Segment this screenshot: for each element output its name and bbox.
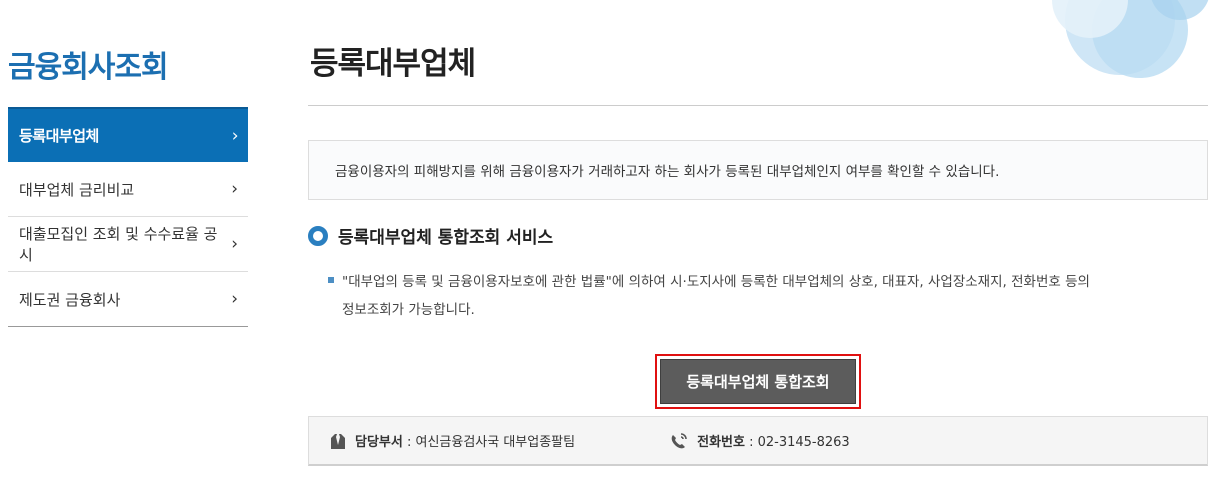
ring-bullet-icon [308,225,328,246]
department-label: 담당부서 [355,435,403,450]
chevron-right-icon: › [231,179,238,199]
square-bullet-icon [328,277,334,283]
necktie-person-icon [331,433,345,449]
department-value: : 여신금융검사국 대부업종팔팀 [402,435,576,450]
section-description: "대부업의 등록 및 금융이용자보호에 관한 법률"에 의하여 시·도지사에 등… [328,268,1188,324]
sidebar-item-label: 대부업체 금리비교 [19,180,135,199]
notice-text: 금융이용자의 피해방지를 위해 금융이용자가 거래하고자 하는 회사가 등록된 … [335,164,1000,180]
sidebar-item-label: 제도권 금융회사 [19,290,121,309]
sidebar-item-registered-lenders[interactable]: 등록대부업체 › [8,107,248,162]
phone-label: 전화번호 [697,435,745,450]
sidebar-item-rate-compare[interactable]: 대부업체 금리비교 › [8,162,248,217]
phone-icon [671,432,687,448]
notice-box: 금융이용자의 피해방지를 위해 금융이용자가 거래하고자 하는 회사가 등록된 … [308,140,1208,200]
highlight-frame: 등록대부업체 통합조회 [655,354,861,409]
section-header: 등록대부업체 통합조회 서비스 [308,223,553,248]
chevron-right-icon: › [231,289,238,309]
description-line-1: "대부업의 등록 및 금융이용자보호에 관한 법률"에 의하여 시·도지사에 등… [342,274,1090,290]
integrated-search-button[interactable]: 등록대부업체 통합조회 [660,359,856,404]
description-line-2: 정보조회가 가능합니다. [342,302,475,318]
decorative-bubbles [1052,0,1209,78]
contact-bar: 담당부서 : 여신금융검사국 대부업종팔팀 전화번호 : 02-3145-826… [308,416,1208,466]
sidebar-item-label: 등록대부업체 [19,127,99,145]
chevron-right-icon: › [231,125,239,146]
sidebar-item-institutional-finance[interactable]: 제도권 금융회사 › [8,272,248,327]
sidebar-item-loan-brokers[interactable]: 대출모집인 조회 및 수수료율 공시 › [8,217,248,272]
department-info: 담당부서 : 여신금융검사국 대부업종팔팀 [329,431,575,450]
sidebar-menu: 등록대부업체 › 대부업체 금리비교 › 대출모집인 조회 및 수수료율 공시 … [8,107,248,327]
section-title: 등록대부업체 통합조회 서비스 [338,228,554,248]
sidebar-title: 금융회사조회 [8,50,169,85]
chevron-right-icon: › [231,234,238,254]
page-title: 등록대부업체 [310,46,476,82]
title-divider [308,105,1208,106]
sidebar-item-label: 대출모집인 조회 및 수수료율 공시 [19,225,218,264]
phone-info: 전화번호 : 02-3145-8263 [669,431,850,450]
phone-value: : 02-3145-8263 [744,435,850,450]
